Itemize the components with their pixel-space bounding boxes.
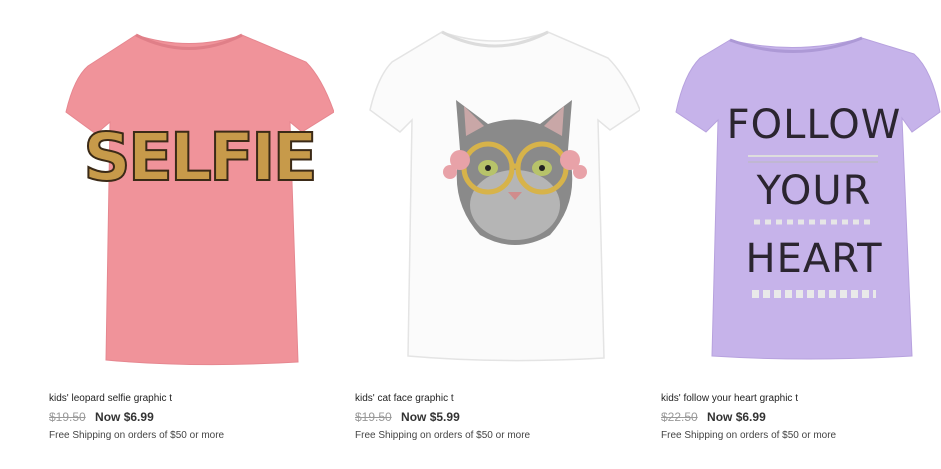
original-price: $22.50: [661, 410, 698, 424]
shirt-graphic-line: FOLLOW: [727, 102, 902, 148]
product-price: $19.50 Now $6.99: [49, 410, 154, 424]
sale-price: Now $6.99: [95, 410, 154, 424]
product-image[interactable]: SELFIE: [44, 0, 334, 370]
tshirt-image: FOLLOW YOUR HEART: [675, 36, 941, 360]
sale-price: Now $6.99: [707, 410, 766, 424]
shipping-note: Free Shipping on orders of $50 or more: [661, 430, 837, 441]
product-name[interactable]: kids' cat face graphic t: [355, 393, 454, 404]
product-price: $22.50 Now $6.99: [661, 410, 766, 424]
product-name[interactable]: kids' follow your heart graphic t: [661, 393, 798, 404]
product-name[interactable]: kids' leopard selfie graphic t: [49, 393, 172, 404]
product-price: $19.50 Now $5.99: [355, 410, 460, 424]
tshirt-image: SELFIE: [65, 33, 334, 366]
tshirt-image: [369, 30, 640, 362]
product-image[interactable]: FOLLOW YOUR HEART: [656, 0, 941, 370]
product-card[interactable]: SELFIE kids' leopard selfie graphic t $1…: [44, 0, 334, 469]
sale-price: Now $5.99: [401, 410, 460, 424]
shirt-graphic-line: YOUR: [756, 168, 872, 214]
shipping-note: Free Shipping on orders of $50 or more: [355, 430, 531, 441]
original-price: $19.50: [49, 410, 86, 424]
shirt-graphic-line: HEART: [745, 236, 882, 282]
shipping-note: Free Shipping on orders of $50 or more: [49, 430, 225, 441]
shirt-graphic-text: SELFIE: [83, 119, 314, 196]
product-image[interactable]: [350, 0, 640, 370]
product-card[interactable]: FOLLOW YOUR HEART kids' follow your hear…: [656, 0, 941, 469]
product-card[interactable]: kids' cat face graphic t $19.50 Now $5.9…: [350, 0, 640, 469]
original-price: $19.50: [355, 410, 392, 424]
shirt-body: [65, 34, 334, 366]
